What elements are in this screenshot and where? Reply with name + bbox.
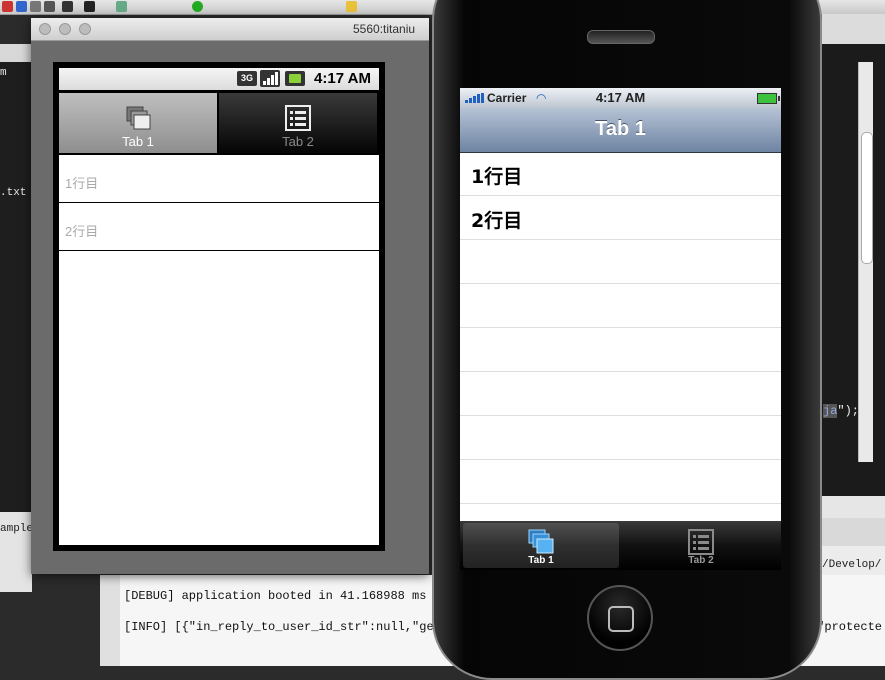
explorer-item[interactable]: m	[0, 67, 7, 79]
run-icon[interactable]	[192, 1, 203, 12]
minimize-button[interactable]	[59, 23, 71, 35]
android-emulator-window: 5560:titaniu 3G 4:17 AM Tab 1 Tab 2 1行目 …	[31, 18, 429, 574]
toolbar-icon[interactable]	[62, 1, 73, 12]
android-table-view: 1行目 2行目	[59, 155, 379, 545]
ios-navigation-bar: Tab 1	[460, 108, 781, 153]
ios-clock: 4:17 AM	[595, 90, 646, 105]
editor-scrollbar[interactable]	[858, 62, 873, 462]
close-button[interactable]	[39, 23, 51, 35]
signal-icon	[260, 70, 280, 87]
battery-icon	[757, 93, 780, 104]
list-icon	[688, 529, 714, 555]
ide-path-label: /Develop/	[822, 546, 885, 576]
toolbar-icon[interactable]	[44, 1, 55, 12]
list-icon	[285, 105, 311, 131]
ide-console-toolbar	[822, 518, 885, 546]
explorer-item[interactable]: .txt	[0, 187, 26, 199]
android-screen: 3G 4:17 AM Tab 1 Tab 2 1行目 2行目	[53, 62, 385, 551]
android-tab-label: Tab 2	[282, 134, 314, 149]
ios-table-row	[460, 372, 781, 416]
ios-table-row	[460, 460, 781, 504]
windows-icon	[528, 529, 554, 554]
ios-table-row	[460, 328, 781, 372]
console-gutter	[100, 575, 120, 666]
code-fragment: ja");	[823, 404, 859, 418]
ios-table-row	[460, 240, 781, 284]
iphone-speaker	[587, 30, 655, 44]
ios-tab-bar: Tab 1 Tab 2	[460, 521, 781, 570]
toolbar-icon[interactable]	[2, 1, 13, 12]
ios-table-row[interactable]: 2行目	[460, 196, 781, 240]
ios-tab-label: Tab 1	[528, 555, 554, 566]
ios-table-view[interactable]: 1行目 2行目	[460, 152, 781, 522]
android-tab-label: Tab 1	[122, 134, 154, 149]
toolbar-icon[interactable]	[30, 1, 41, 12]
home-square-icon	[608, 606, 634, 632]
toolbar-icon[interactable]	[116, 1, 127, 12]
ios-tab-1[interactable]: Tab 1	[463, 523, 619, 568]
nav-title: Tab 1	[595, 118, 646, 140]
code-text: ");	[837, 404, 860, 418]
toolbar-icon[interactable]	[84, 1, 95, 12]
network-3g-icon: 3G	[237, 71, 257, 86]
ide-left-toolbar	[0, 44, 32, 62]
ide-project-explorer	[0, 62, 32, 512]
toolbar-icon[interactable]	[16, 1, 27, 12]
android-clock: 4:17 AM	[314, 70, 371, 87]
android-tab-bar: Tab 1 Tab 2	[59, 93, 379, 153]
ide-editor-hscroll[interactable]	[822, 496, 885, 518]
battery-icon	[285, 71, 305, 86]
android-tab-1[interactable]: Tab 1	[59, 93, 217, 153]
windows-icon	[126, 106, 151, 130]
ide-left-bottom-panel: amples	[0, 512, 40, 592]
zoom-button[interactable]	[79, 23, 91, 35]
iphone-screen: Carrier ◠ 4:17 AM Tab 1 1行目 2行目 Tab 1 Ta…	[460, 88, 781, 570]
android-table-row[interactable]: 2行目	[59, 203, 379, 251]
console-info-line: [INFO] [{"in_reply_to_user_id_str":null,…	[124, 620, 441, 634]
code-highlight: ja	[823, 404, 838, 418]
android-status-bar: 3G 4:17 AM	[59, 68, 379, 90]
android-tab-2[interactable]: Tab 2	[219, 93, 377, 153]
ios-table-row	[460, 416, 781, 460]
emulator-titlebar[interactable]: 5560:titaniu	[31, 18, 429, 41]
console-debug-line: [DEBUG] application booted in 41.168988 …	[124, 589, 427, 603]
ios-tab-label: Tab 2	[688, 555, 714, 566]
scrollbar-thumb[interactable]	[861, 132, 873, 264]
android-table-row[interactable]: 1行目	[59, 155, 379, 203]
ios-status-bar: Carrier ◠ 4:17 AM	[460, 88, 781, 108]
ide-editor-toolbar	[822, 14, 885, 44]
toolbar-icon[interactable]	[346, 1, 357, 12]
ios-table-row[interactable]: 1行目	[460, 152, 781, 196]
ide-editor	[822, 14, 885, 514]
ios-tab-2[interactable]: Tab 2	[623, 523, 779, 568]
ios-table-row	[460, 284, 781, 328]
emulator-title: 5560:titaniu	[353, 22, 416, 36]
home-button[interactable]	[587, 585, 653, 651]
